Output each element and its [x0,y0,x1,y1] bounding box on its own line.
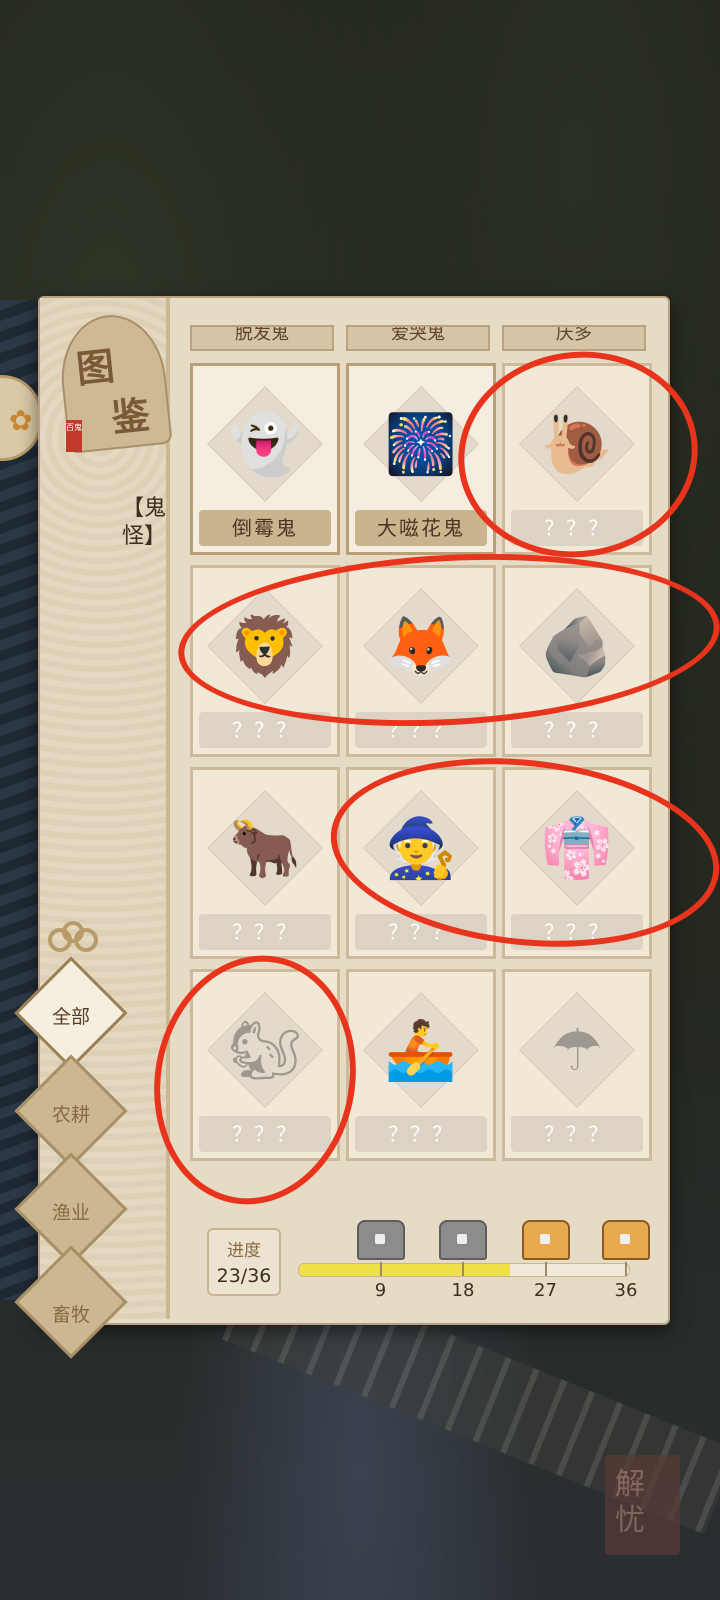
card-art: 🚣 [363,984,479,1116]
swirl-icon: ✿ [9,404,33,437]
milestone-tick [625,1262,627,1276]
card-name: ？？？ [355,1116,487,1152]
card-name: ？？？ [199,914,331,950]
partial-row: 脱发鬼 爱哭鬼 庆多 [176,325,660,355]
card-name: 大嗞花鬼 [355,510,487,546]
progress-value: 23/36 [216,1265,272,1287]
ox-demon-icon: 🐂 [228,813,302,882]
title-char-1: 图 [74,343,117,392]
milestone-label: 18 [451,1280,475,1301]
card-name: ？？？ [511,712,643,748]
filter-livestock-label: 畜牧 [51,1304,90,1326]
progress-box: 进度 23/36 [207,1228,281,1296]
title-char-2: 鉴 [109,391,152,441]
codex-card[interactable]: ☂ ？？？ [502,969,652,1161]
progress-bar-fill [299,1264,510,1276]
milestone-tick [462,1262,464,1276]
milestone-label: 27 [534,1280,557,1301]
reward-chest-icon[interactable] [439,1220,487,1260]
corner-seal-stamp[interactable]: 解忧 [605,1455,680,1555]
seal-stamp: 百鬼 [66,420,82,452]
category-title: 【鬼怪】 [122,496,167,549]
hunched-ghost-icon: 👻 [228,409,302,478]
boat-fish-spirit-icon: 🚣 [384,1015,458,1084]
card-name: 倒霉鬼 [199,510,331,546]
card-name: ？？？ [511,1116,643,1152]
reward-chest-icon[interactable] [602,1220,650,1260]
progress-bar [298,1263,630,1277]
reward-chest-icon[interactable] [356,1220,405,1260]
filter-farming-label: 农耕 [51,1104,90,1126]
partial-card-label: 脱发鬼 [190,325,334,351]
filter-all-label: 全部 [51,1006,90,1028]
codex-card[interactable]: 🐂 ？？？ [190,767,340,959]
umbrella-spirit-icon: ☂ [551,1016,603,1084]
card-art: ☂ [519,984,635,1116]
partial-card-label: 爱哭鬼 [346,325,490,351]
codex-card[interactable]: 👻 倒霉鬼 [190,363,340,555]
filter-fishing-label: 渔业 [51,1202,90,1224]
card-art: 👻 [207,378,323,510]
milestone-tick [379,1262,382,1276]
card-art: 🐂 [207,782,323,914]
firework-ghost-icon: 🎆 [384,409,458,478]
codex-card[interactable]: 🚣 ？？？ [346,969,496,1161]
reward-chest-icon[interactable] [521,1220,570,1260]
milestone-label: 36 [614,1280,638,1301]
partial-card-label: 庆多 [502,325,646,351]
knot-ornament-icon [48,921,98,952]
milestone-label: 9 [374,1280,387,1301]
progress-label: 进度 [227,1241,261,1261]
milestone-tick [544,1262,547,1276]
